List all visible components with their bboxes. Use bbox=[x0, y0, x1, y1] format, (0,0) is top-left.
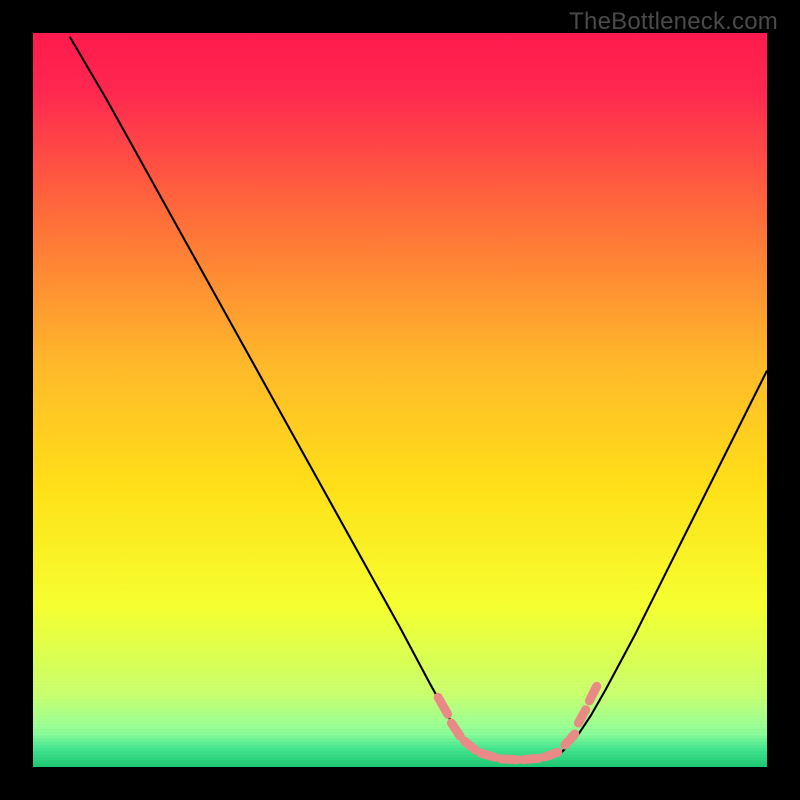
chart-svg bbox=[33, 33, 767, 767]
gradient-background bbox=[33, 33, 767, 767]
plot-area bbox=[33, 33, 767, 767]
watermark-text: TheBottleneck.com bbox=[569, 8, 778, 36]
chart-container: TheBottleneck.com bbox=[0, 0, 800, 800]
